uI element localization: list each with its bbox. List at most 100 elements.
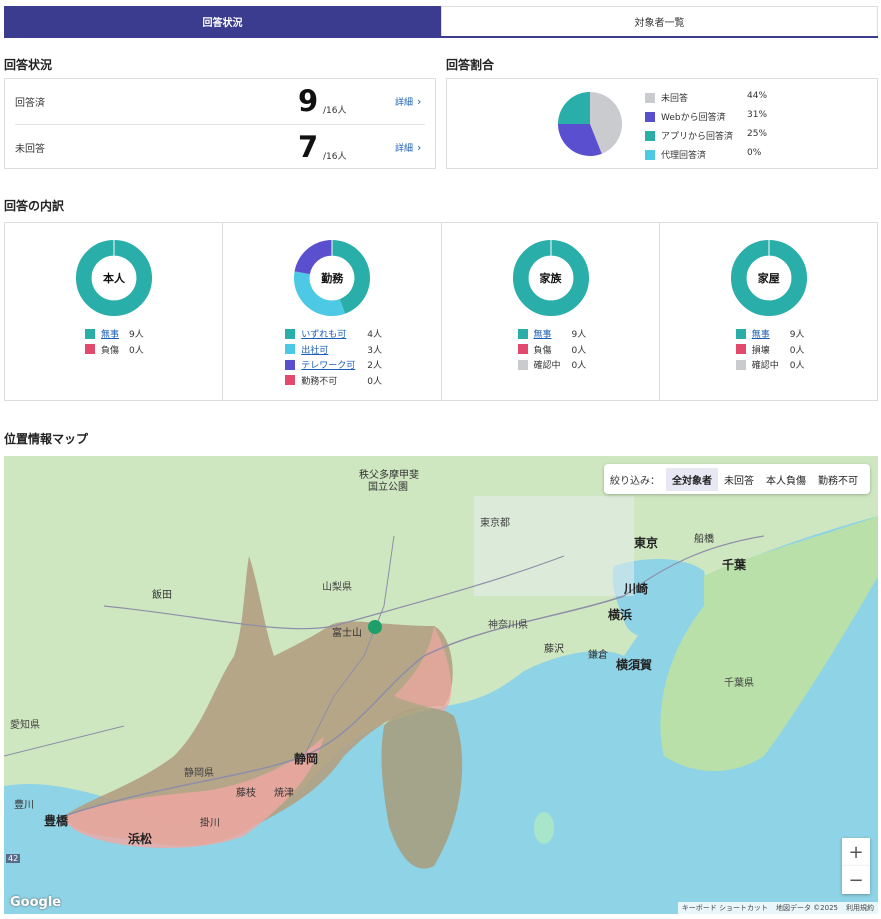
breakdown-cell-0: 本人無事 9人負傷 0人 [5, 223, 224, 400]
map-label-toyohashi: 豊橋 [44, 814, 69, 828]
legend-swatch [735, 344, 746, 354]
map-label-kamakura: 鎌倉 [588, 650, 608, 661]
tab-response-status[interactable]: 回答状況 [4, 6, 441, 36]
donut-center-label: 家屋 [757, 272, 780, 285]
legend-count: 0人 [571, 361, 587, 371]
legend-label: Webから回答済 [661, 113, 726, 123]
legend-count: 0人 [789, 345, 805, 356]
legend-label: 代理回答済 [661, 151, 707, 161]
legend-label: アプリから回答済 [661, 132, 734, 142]
breakdown-legend-item[interactable]: 無事 9人 [517, 327, 618, 340]
unanswered-detail-link[interactable]: 詳細 › [395, 141, 421, 154]
response-ratio-title: 回答割合 [446, 58, 495, 72]
map-label-chiba: 千葉 [722, 558, 747, 572]
filter-all[interactable]: 全対象者 [666, 467, 718, 491]
google-logo: Google [10, 895, 62, 910]
legend-count: 0人 [789, 361, 805, 371]
legend-label[interactable]: 無事 [101, 327, 119, 340]
terms-link[interactable]: 利用規約 [846, 903, 874, 913]
ratio-legend-item: 未回答 [645, 91, 688, 104]
map-attribution: キーボード ショートカット 地図データ ©2025 利用規約 [677, 902, 878, 914]
filter-label: 絞り込み： [610, 475, 660, 487]
map-label-kokuritsu: 国立公園 [368, 482, 408, 493]
legend-swatch [645, 149, 655, 160]
breakdown-cell-3: 家屋 無事 9人 損壊 0人 確認中 0人 [660, 223, 877, 400]
ratio-legend-item: アプリから回答済 [645, 129, 733, 142]
map-label-hamamatsu: 浜松 [128, 832, 153, 846]
breakdown-legend-item[interactable]: 無事 9人 [735, 327, 836, 340]
response-status-card: 回答済 9 /16人 詳細 › 未回答 7 /16人 詳細 › [4, 78, 436, 169]
breakdown-legend-item[interactable]: 無事 9人 [85, 327, 185, 340]
map-label-yaizu: 焼津 [274, 788, 294, 799]
keyboard-shortcuts-link[interactable]: キーボード ショートカット [682, 903, 768, 913]
legend-label[interactable]: 出社可 [301, 343, 328, 356]
legend-percentage: 44% [747, 91, 768, 101]
filter-injured[interactable]: 本人負傷 [760, 468, 812, 491]
tab-target-list[interactable]: 対象者一覧 [441, 6, 878, 36]
legend-label[interactable]: 無事 [752, 327, 770, 340]
unanswered-total: /16人 [323, 152, 347, 162]
legend-label: 未回答 [661, 94, 689, 104]
legend-swatch [645, 92, 655, 103]
legend-swatch [85, 328, 95, 339]
legend-swatch [285, 344, 296, 354]
legend-label: 負傷 [533, 345, 552, 356]
breakdown-legend-item[interactable]: いずれも可 4人 [285, 327, 385, 340]
ratio-pie-chart [558, 92, 622, 156]
legend-swatch [285, 328, 296, 339]
zoom-out-button[interactable]: − [842, 866, 870, 894]
legend-count: 0人 [367, 376, 382, 387]
legend-swatch [645, 111, 655, 122]
unanswered-count: 7 [298, 130, 319, 164]
unanswered-label: 未回答 [15, 143, 45, 155]
map-label-fujisawa: 藤沢 [544, 644, 564, 655]
answered-detail-link[interactable]: 詳細 › [395, 95, 421, 108]
legend-count: 3人 [367, 345, 382, 356]
map-label-yokohama: 横浜 [608, 608, 633, 622]
legend-percentage: 31% [747, 110, 768, 120]
legend-label[interactable]: テレワーク可 [301, 358, 355, 371]
breakdown-legend-item[interactable]: 出社可 3人 [285, 343, 385, 356]
legend-label[interactable]: いずれも可 [301, 327, 346, 340]
legend-swatch [85, 344, 95, 354]
legend-swatch [285, 359, 296, 370]
breakdown-title: 回答の内訳 [4, 199, 65, 213]
pie-slice [558, 92, 590, 124]
filter-unable-work[interactable]: 勤務不可 [812, 468, 864, 491]
map-filter: 絞り込み： 全対象者 未回答 本人負傷 勤務不可 [604, 464, 870, 494]
legend-swatch [517, 328, 528, 339]
breakdown-cell-1: 勤務 いずれも可 4人 出社可 3人 テレワーク可 2人 勤務不可 0人 [223, 223, 442, 400]
breakdown-legend-item[interactable]: テレワーク可 2人 [285, 358, 385, 371]
mountain-icon [368, 620, 382, 634]
legend-label: 確認中 [751, 361, 779, 371]
zoom-in-button[interactable]: + [842, 838, 870, 866]
breakdown-legend-item: 勤務不可 0人 [285, 374, 385, 387]
chevron-right-icon: › [417, 94, 422, 108]
location-map[interactable]: 秩父多摩甲斐 国立公園 東京都 東京 船橋 千葉 川崎 横浜 山梨県 富士山 神… [4, 456, 878, 914]
map-label-kanagawa: 神奈川県 [488, 620, 528, 631]
map-label-shizuoka-ken: 静岡県 [184, 768, 214, 779]
breakdown-legend-item: 負傷 0人 [85, 343, 185, 356]
unanswered-row: 未回答 7 /16人 詳細 › [5, 125, 435, 169]
legend-swatch [735, 359, 746, 370]
map-label-toyokawa: 豊川 [14, 800, 34, 811]
breakdown-legend-item: 確認中 0人 [735, 358, 836, 371]
legend-swatch [645, 130, 655, 141]
map-label-fujisan: 富士山 [332, 628, 362, 639]
legend-count: 0人 [129, 345, 144, 356]
answered-row: 回答済 9 /16人 詳細 › [5, 79, 435, 123]
ratio-legend-item: Webから回答済 [645, 110, 726, 123]
ratio-legend-item: 代理回答済 [645, 148, 706, 161]
donut-center-label: 本人 [103, 272, 125, 285]
map-label-chiba-ken: 千葉県 [724, 678, 754, 689]
legend-swatch [517, 359, 528, 370]
filter-unanswered[interactable]: 未回答 [718, 468, 760, 491]
map-label-tokyo-to: 東京都 [480, 518, 510, 529]
answered-total: /16人 [323, 106, 347, 116]
answered-label: 回答済 [15, 97, 45, 109]
legend-count: 9人 [571, 330, 587, 340]
legend-label[interactable]: 無事 [534, 327, 552, 340]
response-ratio-card: 未回答 44% Webから回答済 31% アプリから回答済 25% 代理回答済 0% [446, 78, 878, 169]
legend-count: 9人 [129, 330, 144, 340]
map-label-yokosuka: 横須賀 [616, 658, 653, 672]
